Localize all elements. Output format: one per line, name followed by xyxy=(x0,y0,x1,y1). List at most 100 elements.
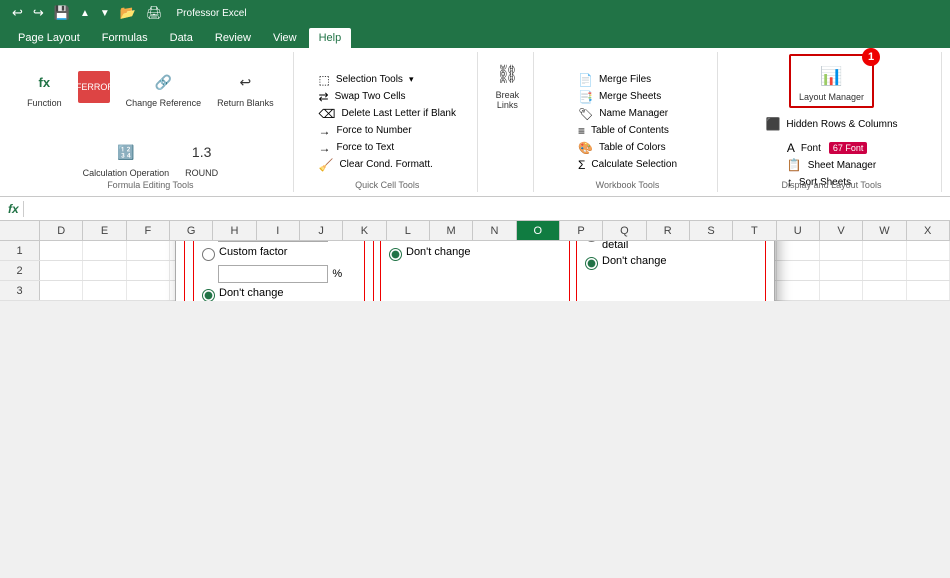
col-p[interactable]: P xyxy=(560,221,603,240)
summary-left-radio[interactable] xyxy=(585,241,598,242)
tab-formulas[interactable]: Formulas xyxy=(92,28,158,48)
clear-icon: 🧹 xyxy=(319,158,334,172)
qa-down[interactable]: ▼ xyxy=(96,6,114,21)
name-mgr-icon: 🏷 xyxy=(578,107,593,121)
name-manager-btn[interactable]: 🏷 Name Manager xyxy=(578,106,668,122)
tab-page-layout[interactable]: Page Layout xyxy=(8,28,90,48)
qa-open[interactable]: 📂 xyxy=(116,3,140,23)
dont-change-gc-option[interactable]: Don't change xyxy=(585,255,757,270)
badge-1: 1 xyxy=(862,48,880,66)
grouping-cols-section: Grouping of columns Summary columns to r… xyxy=(576,241,766,301)
break-links-icon: ⛓ xyxy=(491,58,523,90)
table-of-contents-btn[interactable]: ≡ Table of Contents xyxy=(578,123,669,139)
col-e[interactable]: E xyxy=(83,221,126,240)
tab-help[interactable]: Help xyxy=(309,28,352,48)
calculate-selection-btn[interactable]: Σ Calculate Selection xyxy=(578,157,677,173)
font-btn[interactable]: A Font 67 Font xyxy=(787,140,876,156)
clear-cond-btn[interactable]: 🧹 Clear Cond. Formatt. xyxy=(319,157,433,173)
col-r[interactable]: R xyxy=(647,221,690,240)
col-o[interactable]: O xyxy=(517,221,560,240)
custom-factor-option[interactable]: Custom factor xyxy=(202,246,356,261)
col-f[interactable]: F xyxy=(127,221,170,240)
swap-icon: ⇄ xyxy=(319,90,329,104)
custom-factor-input[interactable] xyxy=(218,265,328,283)
col-n[interactable]: N xyxy=(473,221,516,240)
dont-change-formulas-radio[interactable] xyxy=(389,248,402,261)
col-t[interactable]: T xyxy=(733,221,776,240)
dialog-overlay: Professor Excel - Layout Manager ✕ Gridl… xyxy=(0,241,950,301)
calc-operation-btn[interactable]: 🔢 Calculation Operation xyxy=(77,132,176,182)
zoom-section: Zoom Fix factor % Custom f xyxy=(193,241,365,301)
hidden-rows-btn[interactable]: ⬛ Hidden Rows & Columns xyxy=(765,116,897,132)
summary-left-option[interactable]: Summary columns to left of detail xyxy=(585,241,757,251)
app-title: Professor Excel xyxy=(177,8,247,19)
round-icon: 1.3 xyxy=(186,136,218,168)
col-d[interactable]: D xyxy=(40,221,83,240)
ribbon-content: fx Function IFERROR 🔗 Change Reference ↩… xyxy=(0,48,950,197)
col-j[interactable]: J xyxy=(300,221,343,240)
font-icon: A xyxy=(787,141,795,155)
col-w[interactable]: W xyxy=(863,221,906,240)
selection-tools-btn[interactable]: ⬚ Selection Tools ▾ xyxy=(319,72,414,88)
iferror-icon: IFERROR xyxy=(78,71,110,103)
col-g[interactable]: G xyxy=(170,221,213,240)
table-of-colors-btn[interactable]: 🎨 Table of Colors xyxy=(578,140,666,156)
qa-redo[interactable]: ↪ xyxy=(29,3,48,23)
dont-change-zoom-option[interactable]: Don't change xyxy=(202,287,356,301)
show-formulas-option[interactable]: Show formulas in cells instead of their … xyxy=(389,241,561,242)
quick-cell-label: Quick Cell Tools xyxy=(298,180,477,190)
force-num-icon: → xyxy=(319,124,331,138)
col-i[interactable]: I xyxy=(257,221,300,240)
group-quick-cell: ⬚ Selection Tools ▾ ⇄ Swap Two Cells ⌫ D… xyxy=(298,52,478,192)
spreadsheet-area: D E F G H I J K L M N O P Q R S T U V W … xyxy=(0,221,950,301)
fix-factor-input[interactable] xyxy=(218,241,328,242)
dont-change-formulas-option[interactable]: Don't change xyxy=(389,246,561,261)
layout-manager-dialog: Professor Excel - Layout Manager ✕ Gridl… xyxy=(175,241,775,301)
workbook-label: Workbook Tools xyxy=(538,180,717,190)
group-formula-editing: fx Function IFERROR 🔗 Change Reference ↩… xyxy=(8,52,294,192)
delete-last-btn[interactable]: ⌫ Delete Last Letter if Blank xyxy=(319,106,456,122)
tab-review[interactable]: Review xyxy=(205,28,261,48)
col-h[interactable]: H xyxy=(213,221,256,240)
custom-factor-input-row: % xyxy=(218,265,356,283)
display-layout-label: Display and Layout Tools xyxy=(722,180,941,190)
qa-save[interactable]: 💾 xyxy=(50,3,74,23)
sheet-manager-btn[interactable]: 📋 Sheet Manager xyxy=(787,157,876,173)
tab-view[interactable]: View xyxy=(263,28,307,48)
layout-manager-btn[interactable]: 📊 Layout Manager 1 xyxy=(789,54,874,108)
force-text-btn[interactable]: → Force to Text xyxy=(319,140,395,156)
group-display-layout: 📊 Layout Manager 1 ⬛ Hidden Rows & Colum… xyxy=(722,52,942,192)
merge-files-btn[interactable]: 📄 Merge Files xyxy=(578,72,651,88)
col-k[interactable]: K xyxy=(343,221,386,240)
merge-files-icon: 📄 xyxy=(578,73,593,87)
custom-factor-radio[interactable] xyxy=(202,248,215,261)
col-s[interactable]: S xyxy=(690,221,733,240)
col-q[interactable]: Q xyxy=(603,221,646,240)
change-ref-btn[interactable]: 🔗 Change Reference xyxy=(120,62,208,112)
col-u[interactable]: U xyxy=(777,221,820,240)
tab-data[interactable]: Data xyxy=(160,28,203,48)
function-btn[interactable]: fx Function xyxy=(21,62,68,112)
dont-change-gc-radio[interactable] xyxy=(585,257,598,270)
merge-sheets-btn[interactable]: 📑 Merge Sheets xyxy=(578,89,661,105)
swap-two-btn[interactable]: ⇄ Swap Two Cells xyxy=(319,89,406,105)
formula-input[interactable] xyxy=(28,203,942,215)
round-btn[interactable]: 1.3 ROUND xyxy=(179,132,224,182)
sheet-mgr-icon: 📋 xyxy=(787,158,802,172)
col-m[interactable]: M xyxy=(430,221,473,240)
qa-undo[interactable]: ↩ xyxy=(8,3,27,23)
quick-access-toolbar: ↩ ↪ 💾 ▲ ▼ 📂 🖨 Professor Excel xyxy=(0,0,950,26)
qa-print[interactable]: 🖨 xyxy=(142,3,167,23)
layout-mgr-icon: 📊 xyxy=(815,60,847,92)
qa-up[interactable]: ▲ xyxy=(76,6,94,21)
col-l[interactable]: L xyxy=(387,221,430,240)
hidden-rows-icon: ⬛ xyxy=(765,117,780,131)
col-x[interactable]: X xyxy=(907,221,950,240)
break-links-btn[interactable]: ⛓ Break Links xyxy=(485,54,529,114)
dont-change-zoom-radio[interactable] xyxy=(202,289,215,301)
return-blanks-btn[interactable]: ↩ Return Blanks xyxy=(211,62,280,112)
fx-label: fx xyxy=(8,202,19,216)
col-v[interactable]: V xyxy=(820,221,863,240)
iferror-btn[interactable]: IFERROR xyxy=(72,67,116,107)
force-number-btn[interactable]: → Force to Number xyxy=(319,123,412,139)
